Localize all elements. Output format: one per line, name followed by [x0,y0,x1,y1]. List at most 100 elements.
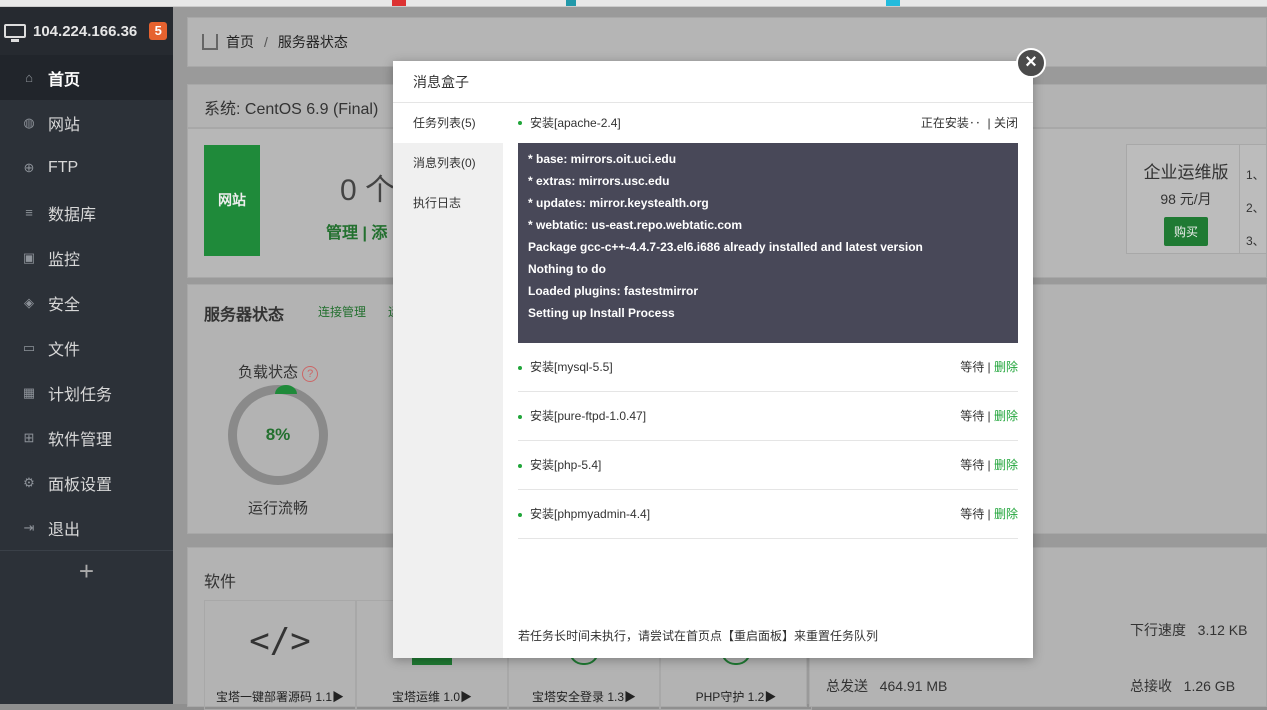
log-line: * extras: mirrors.usc.edu [528,174,670,188]
help-icon[interactable]: ? [302,366,319,382]
breadcrumb-current: 服务器状态 [277,34,348,50]
close-task-link[interactable]: | 关闭 [988,116,1018,130]
task-list: 安装[apache-2.4] 正在安装‥ | 关闭 * base: mirror… [518,103,1018,658]
task-name: 安装[php-5.4] [530,458,602,472]
message-box-modal: 消息盒子 任务列表(5) 消息列表(0) 执行日志 安装[apache-2.4]… [393,61,1033,658]
total-received: 总接收 1.26 GB [1130,678,1236,694]
log-line: * webtatic: us-east.repo.webtatic.com [528,218,743,232]
site-count: 0 个 [340,174,396,207]
task-wait: 等待 | [960,507,991,521]
sidebar-item[interactable]: ◍ 网站 [0,100,173,145]
enterprise-card: 企业运维版 98 元/月 购买 [1126,144,1246,254]
task-wait: 等待 | [960,409,991,423]
software-name: 宝塔一键部署源码 1.1▶ [215,690,345,704]
log-line: Package gcc-c++-4.4.7-23.el6.i686 alread… [528,240,923,254]
task-name: 安装[phpmyadmin-4.4] [530,507,651,521]
tab-exec-log[interactable]: 执行日志 [393,183,503,223]
enterprise-price: 98 元/月 [1160,191,1212,207]
task-wait: 等待 | [960,360,991,374]
globe-icon: ◍ [23,114,35,130]
tab-message-list[interactable]: 消息列表(0) [393,143,503,183]
task-row: 安装[php-5.4] 等待 | 删除 [518,441,1018,490]
task-name: 安装[mysql-5.5] [530,360,613,374]
task-row: 安装[pure-ftpd-1.0.47] 等待 | 删除 [518,392,1018,441]
breadcrumb-separator: / [264,34,268,50]
log-line: Loaded plugins: fastestmirror [528,284,699,298]
server-status-title: 服务器状态 [204,307,285,324]
task-status: 等待 | 删除 [960,441,1018,490]
sidebar-item[interactable]: ▭ 文件 [0,325,173,370]
monitor-icon: ▣ [22,249,36,265]
enterprise-feature-list: 1、 2、 3、 [1239,144,1267,254]
sidebar-item[interactable]: ◈ 安全 [0,280,173,325]
log-line: * updates: mirror.keystealth.org [528,196,709,210]
sidebar-item[interactable]: ▦ 计划任务 [0,370,173,415]
tab-task-list[interactable]: 任务列表(5) [393,103,503,143]
task-row: 安装[mysql-5.5] 等待 | 删除 [518,343,1018,392]
task-status: 正在安装‥ | 关闭 [920,116,1018,130]
software-item[interactable]: </> 宝塔一键部署源码 1.1▶ [204,600,356,710]
sidebar-item[interactable]: ⊞ 软件管理 [0,415,173,460]
sidebar-item[interactable]: ⌂ 首页 [0,55,173,100]
sidebar-item-label: 网站 [48,116,81,134]
sidebar-item-label: 退出 [48,521,81,539]
task-hint: 若任务长时间未执行，请尝试在首页点【重启面板】来重置任务队列 [518,629,879,643]
load-gauge: 8% [228,385,328,485]
sidebar-item-label: 文件 [48,341,81,359]
notification-badge[interactable]: 5 [149,22,168,40]
code-icon: </> [249,621,311,661]
sidebar-item[interactable]: ⚙ 面板设置 [0,460,173,505]
sidebar-item[interactable]: ▣ 监控 [0,235,173,280]
tab-favicon-blue [886,0,900,6]
sidebar-item-label: 监控 [48,251,81,269]
site-tag: 网站 [204,145,260,256]
sidebar-item[interactable]: ≡ 数据库 [0,190,173,235]
feature-item: 2、 [1246,201,1265,215]
task-row: 安装[phpmyadmin-4.4] 等待 | 删除 [518,490,1018,539]
computer-icon [4,24,26,42]
home-icon: ⌂ [25,69,33,85]
tab-favicon-red [392,0,406,6]
log-line: * base: mirrors.oit.uci.edu [528,152,677,166]
delete-task-link[interactable]: 删除 [994,360,1018,374]
sidebar-item[interactable]: ⊕ FTP [0,145,173,190]
sidebar-item-label: 首页 [48,71,81,89]
browser-tab-strip [0,0,1267,7]
delete-task-link[interactable]: 删除 [994,409,1018,423]
software-name: 宝塔安全登录 1.3▶ [531,690,637,704]
load-status: 运行流畅 [248,500,309,517]
gear-icon: ⚙ [23,474,35,490]
sidebar: 104.224.166.36 5 ⌂ 首页 ◍ 网站 ⊕ FTP ≡ 数据库 ▣ 监控 ◈ 安全 ▭ 文件… [0,7,173,704]
task-status: 等待 | 删除 [960,392,1018,441]
current-task: 安装[apache-2.4] 正在安装‥ | 关闭 [518,103,1018,143]
sidebar-item[interactable]: ⇥ 退出 [0,505,173,550]
delete-task-link[interactable]: 删除 [994,458,1018,472]
sidebar-item-label: 数据库 [48,206,97,224]
load-label: 负载状态 ? [238,361,319,382]
software-name: 宝塔运维 1.0▶ [391,690,473,704]
ftp-icon: ⊕ [23,159,35,175]
task-status: 等待 | 删除 [960,490,1018,539]
connection-manage-link[interactable]: 连接管理 [318,303,366,320]
tab-favicon-teal [566,0,576,6]
log-line: Setting up Install Process [528,306,675,320]
feature-item: 3、 [1246,234,1265,248]
log-line: Nothing to do [528,262,606,276]
buy-button[interactable]: 购买 [1163,217,1208,246]
sidebar-item-label: 安全 [48,296,81,314]
add-shortcut-button[interactable]: + [0,550,173,594]
home-icon[interactable] [202,34,218,50]
software-title: 软件 [204,574,237,591]
breadcrumb-home[interactable]: 首页 [226,32,254,52]
apps-icon: ⊞ [23,429,35,445]
delete-task-link[interactable]: 删除 [994,507,1018,521]
breadcrumb: 首页 / 服务器状态 [187,17,1267,67]
modal-close-button[interactable]: × [1016,48,1046,78]
install-log: * base: mirrors.oit.uci.edu * extras: mir… [518,143,1018,343]
download-speed: 下行速度 3.12 KB [1130,622,1248,638]
sidebar-item-label: 软件管理 [48,431,113,449]
site-manage-links[interactable]: 管理 | 添 [326,219,387,243]
sidebar-host[interactable]: 104.224.166.36 5 [0,7,173,55]
task-status: 等待 | 删除 [960,343,1018,392]
enterprise-title: 企业运维版 [1143,163,1229,182]
